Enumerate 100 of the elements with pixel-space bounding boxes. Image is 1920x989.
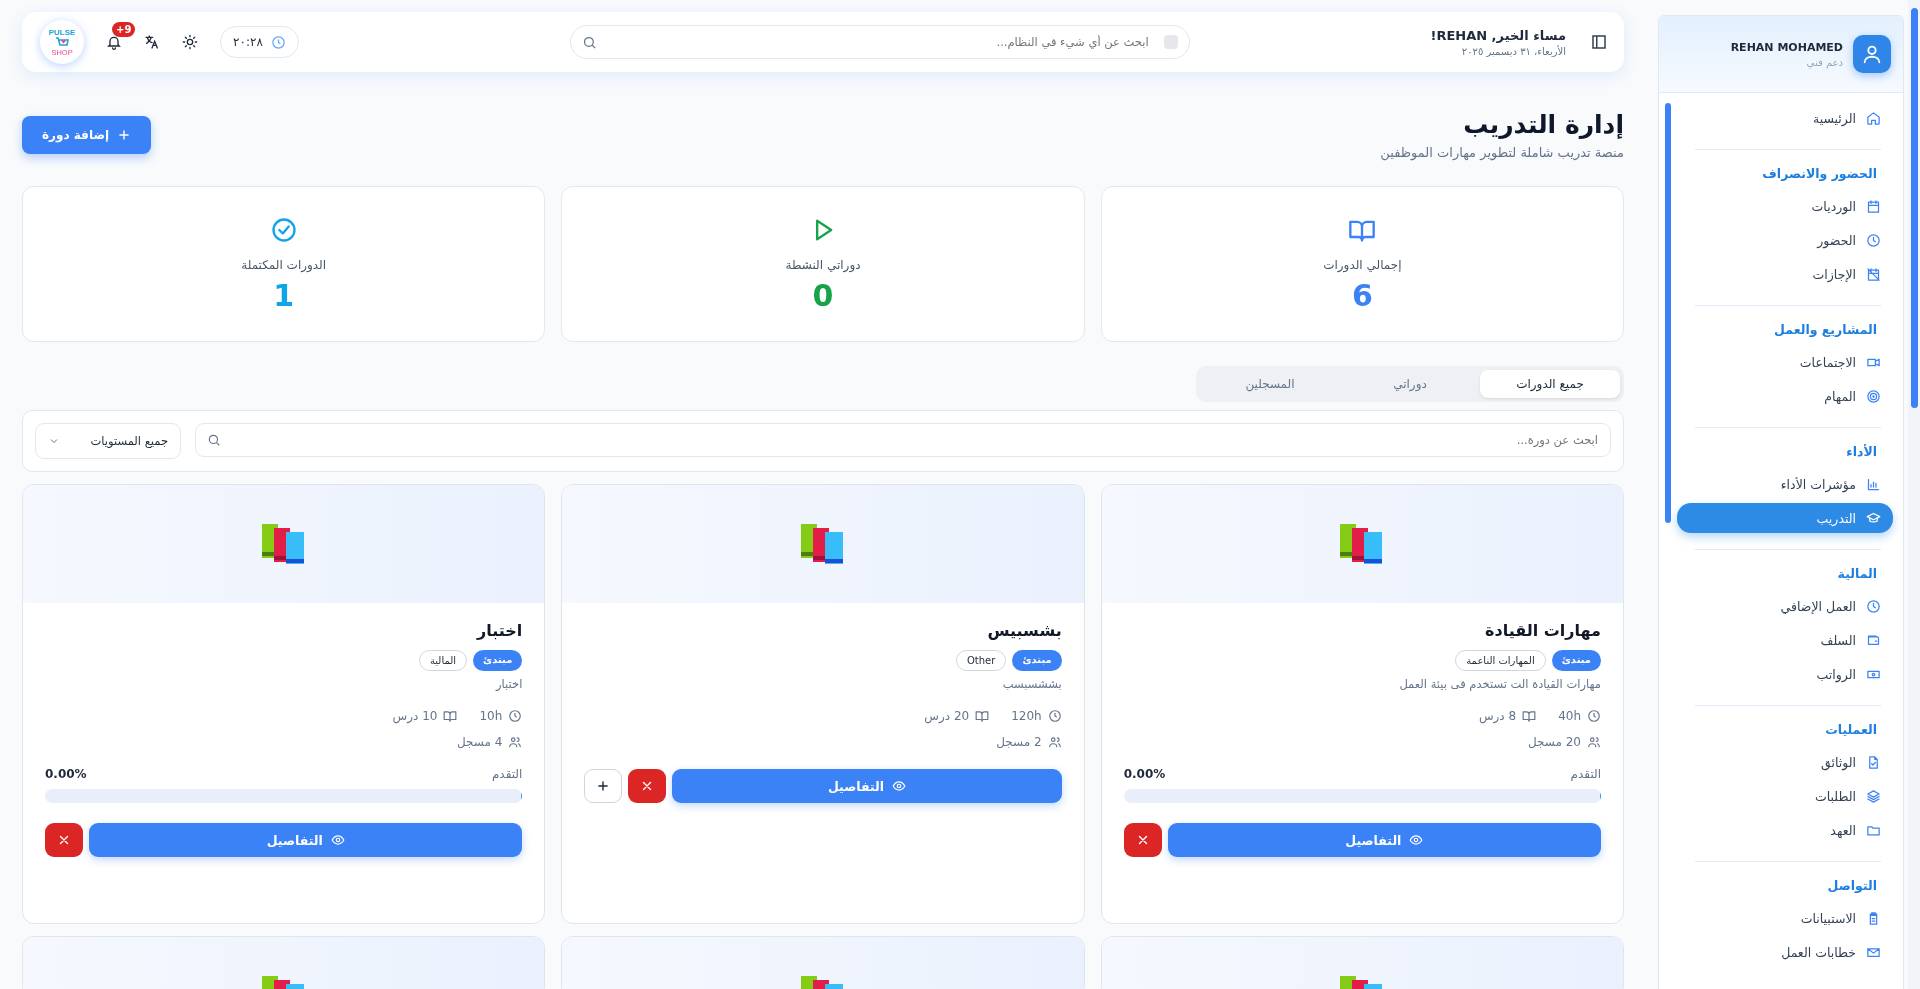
eye-icon <box>1409 833 1424 847</box>
clock-icon <box>270 34 286 50</box>
delete-button[interactable] <box>45 823 83 857</box>
stat-value: 1 <box>273 277 295 313</box>
open-book-icon <box>443 709 458 723</box>
section-title: الحضور والانصراف <box>1761 165 1878 183</box>
page-title: إدارة التدريب <box>1462 110 1624 139</box>
stat-label: دوراتي النشطة <box>785 257 861 272</box>
open-book-icon <box>1522 709 1537 723</box>
user-role: دعم فني <box>1805 56 1843 68</box>
nav-item[interactable]: الطلبات <box>1695 781 1887 811</box>
nav-item[interactable]: خطابات العمل <box>1695 937 1887 967</box>
nav-item[interactable]: العمل الإضافي <box>1695 591 1887 621</box>
layers-icon <box>1866 788 1881 804</box>
users-icon <box>508 735 523 749</box>
progress-value: 0.00% <box>1123 767 1166 781</box>
clock-icon <box>1587 709 1601 723</box>
progress-label: التقدم <box>491 767 523 781</box>
section-title: التواصل <box>1826 877 1878 895</box>
search-field[interactable]: ابحث عن أي شيء في النظام... <box>569 25 1190 59</box>
users-icon <box>1587 735 1601 749</box>
details-button[interactable]: التفاصيل <box>1167 823 1601 857</box>
nav-item[interactable]: مؤشرات الأداء <box>1695 469 1887 499</box>
bell-icon[interactable] <box>106 34 122 50</box>
course-hours: 10h <box>479 709 503 723</box>
nav-item[interactable]: الورديات <box>1695 191 1887 221</box>
page-subtitle: منصة تدريب شاملة لتطوير مهارات الموظفين <box>1380 145 1624 160</box>
course-hours: 120h <box>1011 709 1042 723</box>
eye-icon <box>892 779 907 793</box>
delete-button[interactable] <box>628 769 667 803</box>
nav-item[interactable]: الوثائق <box>1695 747 1887 777</box>
user-icon <box>1861 43 1883 65</box>
calendar-icon <box>1866 198 1881 214</box>
clock-icon <box>1866 232 1881 248</box>
target-icon <box>1866 388 1881 404</box>
tag: مبتدئ <box>473 650 523 671</box>
add-course-button[interactable]: إضافة دورة <box>22 116 152 154</box>
tag: مبتدئ <box>1012 650 1062 671</box>
stat-label: إجمالي الدورات <box>1323 257 1402 272</box>
nav-item[interactable]: العهد <box>1695 815 1887 845</box>
nav-item[interactable]: الرئيسية <box>1695 103 1887 133</box>
course-search-field[interactable]: ابحث عن دورة... <box>195 423 1611 457</box>
nav-item[interactable]: الاجتماعات <box>1695 347 1887 377</box>
course-lessons: 8 درس <box>1478 709 1517 723</box>
date-text: الأربعاء، ٣١ ديسمبر ٢٠٢٥ <box>1460 45 1566 57</box>
course-title: مهارات القيادة <box>1483 621 1601 640</box>
course-title: اختبار <box>475 621 523 640</box>
notification-badge: +9 <box>112 22 136 37</box>
add-button[interactable] <box>584 769 623 803</box>
bar-chart-icon <box>1866 476 1881 492</box>
course-hours: 40h <box>1558 709 1581 723</box>
tab[interactable]: جميع الدورات <box>1480 370 1620 398</box>
section-title: العمليات <box>1824 721 1878 739</box>
wallet-icon <box>1866 632 1881 648</box>
course-title: بشسبيس <box>986 621 1062 640</box>
course-description: مهارات القيادة الت تستخدم فى بيئة العمل <box>1398 677 1601 691</box>
clock-icon <box>508 709 523 723</box>
nav-item[interactable]: الاستبيانات <box>1695 903 1887 933</box>
nav-item[interactable]: الإجازات <box>1695 259 1887 289</box>
nav-item[interactable]: التدريب <box>1677 503 1893 533</box>
stat-value: 6 <box>1351 277 1373 313</box>
file-check-icon <box>1866 754 1881 770</box>
sun-icon[interactable] <box>182 34 198 50</box>
sidebar-toggle-icon[interactable] <box>1590 33 1608 51</box>
stat-label: الدورات المكتملة <box>241 257 327 272</box>
nav-item[interactable]: الحضور <box>1695 225 1887 255</box>
plus-icon <box>117 128 132 142</box>
progress-label: التقدم <box>1570 767 1601 781</box>
user-avatar[interactable] <box>1853 35 1891 73</box>
nav-item[interactable]: المهام <box>1695 381 1887 411</box>
translate-icon[interactable] <box>144 34 160 50</box>
nav-item[interactable]: الرواتب <box>1695 659 1887 689</box>
nav-item[interactable]: السلف <box>1695 625 1887 655</box>
tab[interactable]: المسجلين <box>1200 370 1340 398</box>
tag: مبتدئ <box>1551 650 1601 671</box>
plus-icon <box>596 779 611 793</box>
graduation-cap-icon <box>1866 510 1881 526</box>
course-enrolled: 4 مسجل <box>456 735 503 749</box>
search-icon <box>207 433 221 447</box>
tab[interactable]: دوراتي <box>1340 370 1480 398</box>
user-name: REHAN MOHAMED <box>1730 40 1843 54</box>
close-icon <box>57 833 71 847</box>
course-enrolled: 2 مسجل <box>996 735 1042 749</box>
greeting: مساء الخير, REHAN! <box>1430 27 1566 43</box>
calendar-off-icon <box>1866 266 1881 282</box>
clock-icon <box>1047 709 1062 723</box>
section-title: المالية <box>1836 565 1878 583</box>
details-button[interactable]: التفاصيل <box>89 823 523 857</box>
users-icon <box>1047 735 1062 749</box>
home-icon <box>1866 110 1881 126</box>
section-title: الأداء <box>1845 443 1878 461</box>
details-button[interactable]: التفاصيل <box>672 769 1062 803</box>
eye-icon <box>330 833 345 847</box>
progress-value: 0.00% <box>45 767 87 781</box>
delete-button[interactable] <box>1123 823 1162 857</box>
scrollbar[interactable] <box>1908 0 1920 989</box>
level-dropdown[interactable]: جميع المستويات <box>35 423 181 459</box>
stat-value: 0 <box>812 277 834 313</box>
course-enrolled: 20 مسجل <box>1527 735 1581 749</box>
clock-icon <box>1866 598 1881 614</box>
